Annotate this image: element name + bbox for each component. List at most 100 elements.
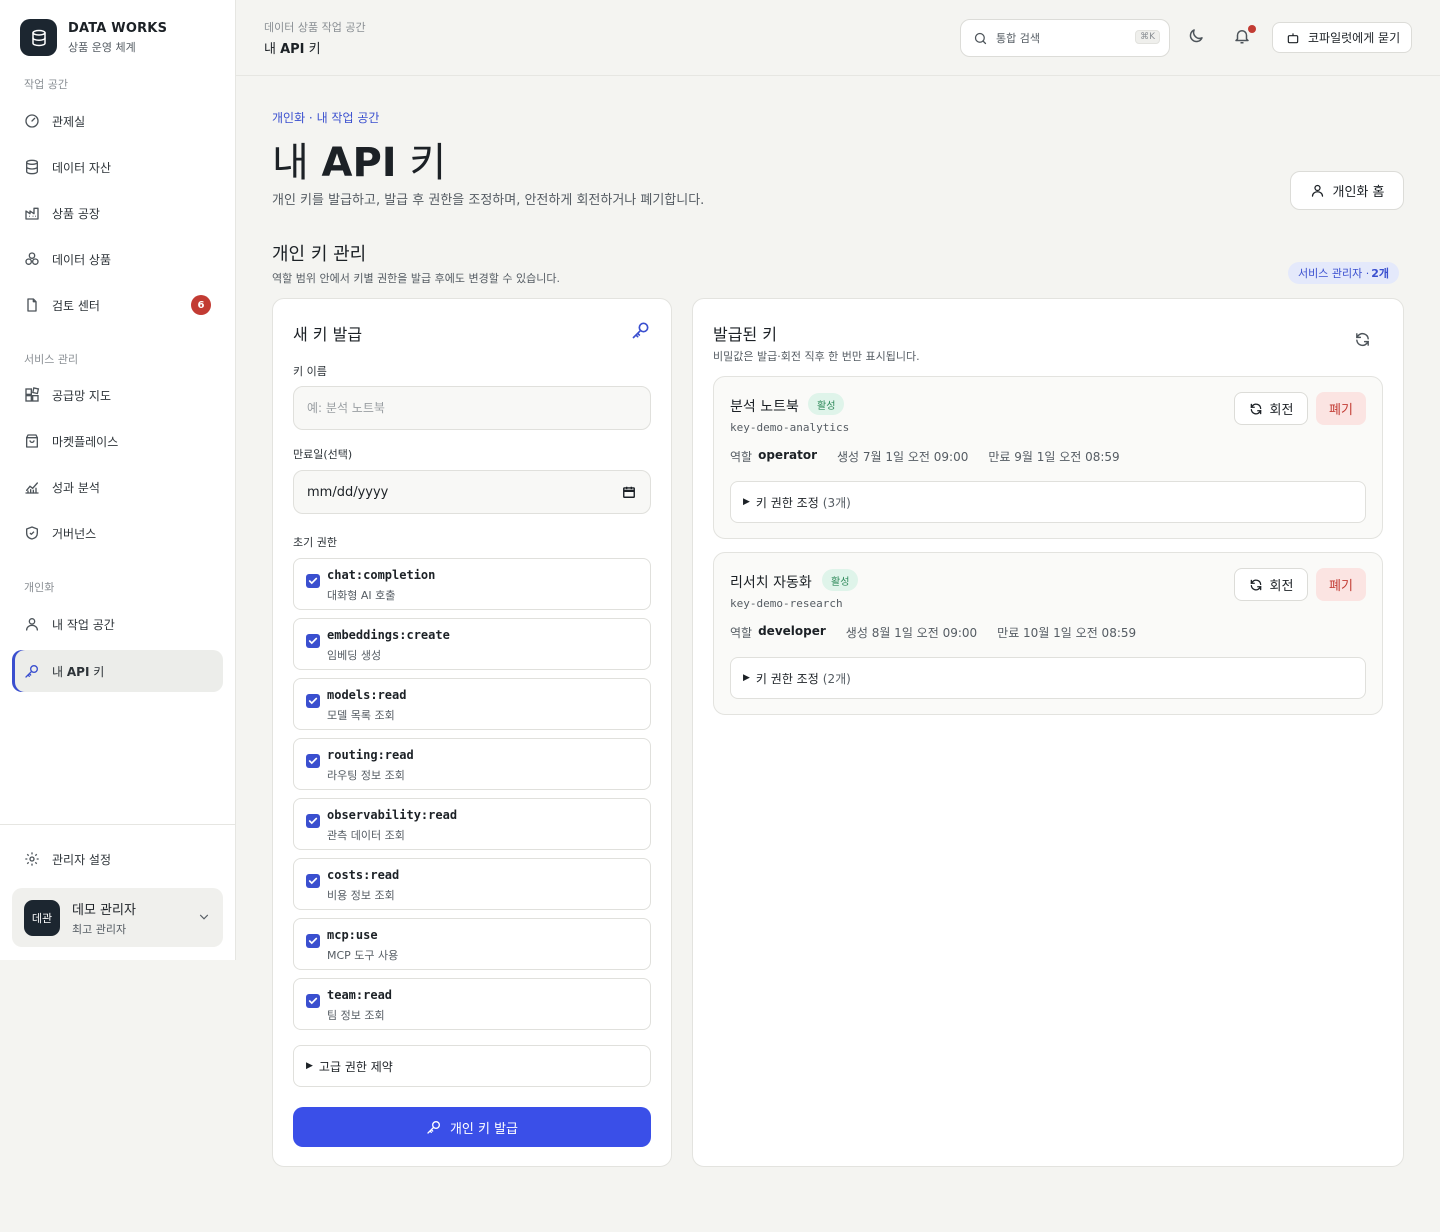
- sidebar-item-admin-settings[interactable]: 관리자 설정: [12, 838, 223, 880]
- user-role: 최고 관리자: [72, 922, 127, 936]
- sidebar-item-performance[interactable]: 성과 분석: [12, 466, 223, 508]
- chart-line-icon: [24, 479, 40, 495]
- role-scope-badge: 서비스 관리자 · 2개: [1288, 262, 1399, 284]
- refresh-icon: [1249, 402, 1270, 416]
- permission-option[interactable]: embeddings:create 임베딩 생성: [293, 618, 651, 670]
- checkbox[interactable]: [306, 634, 320, 648]
- status-badge: 활성: [808, 393, 845, 415]
- sidebar-item-product-factory[interactable]: 상품 공장: [12, 192, 223, 234]
- permission-option[interactable]: team:read 팀 정보 조회: [293, 978, 651, 1030]
- expiry-date-input[interactable]: mm/dd/yyyy: [293, 470, 651, 514]
- database-logo-icon: [20, 19, 57, 56]
- sidebar-item-label: 성과 분석: [52, 480, 100, 495]
- brand-name: DATA WORKS: [68, 20, 168, 36]
- search-shortcut: ⌘K: [1135, 30, 1160, 44]
- factory-icon: [24, 205, 40, 221]
- refresh-icon[interactable]: [1354, 331, 1371, 348]
- sidebar-item-label: 내 작업 공간: [52, 617, 115, 632]
- key-permissions-toggle[interactable]: ▶ 키 권한 조정 (2개): [730, 657, 1366, 699]
- key-icon: [426, 1119, 450, 1135]
- nav-section-service-admin: 서비스 관리: [24, 353, 79, 366]
- search-icon: [973, 31, 988, 46]
- avatar: 데관: [24, 899, 60, 936]
- checkbox[interactable]: [306, 814, 320, 828]
- checkbox[interactable]: [306, 874, 320, 888]
- bot-icon: [1286, 31, 1308, 45]
- checkbox[interactable]: [306, 754, 320, 768]
- permission-option[interactable]: mcp:use MCP 도구 사용: [293, 918, 651, 970]
- personal-home-button[interactable]: 개인화 홈: [1290, 171, 1404, 210]
- key-icon: [631, 320, 651, 340]
- brand[interactable]: DATA WORKS 상품 운영 체계: [20, 19, 167, 56]
- calendar-icon[interactable]: [622, 485, 636, 499]
- sidebar-item-label: 관제실: [52, 114, 86, 129]
- sidebar-item-review-center[interactable]: 검토 센터 6: [12, 284, 223, 326]
- topbar: 데이터 상품 작업 공간 내 API 키 ⌘K 코파일럿에게 묻기: [236, 0, 1440, 76]
- breadcrumb-parent[interactable]: 데이터 상품 작업 공간: [264, 19, 366, 35]
- issue-key-button[interactable]: 개인 키 발급: [293, 1107, 651, 1147]
- sidebar-item-marketplace[interactable]: 마켓플레이스: [12, 420, 223, 462]
- key-permissions-toggle[interactable]: ▶ 키 권한 조정 (3개): [730, 481, 1366, 523]
- rotate-key-button[interactable]: 회전: [1234, 568, 1308, 601]
- moon-icon[interactable]: [1187, 27, 1205, 45]
- sidebar-item-label: 거버넌스: [52, 526, 97, 541]
- shopping-bag-icon: [24, 433, 40, 449]
- key-item: 리서치 자동화 활성 key-demo-research 역할 developer…: [713, 552, 1383, 715]
- sidebar-item-data-assets[interactable]: 데이터 자산: [12, 146, 223, 188]
- page-title: 내 API 키: [272, 140, 447, 186]
- rotate-key-button[interactable]: 회전: [1234, 392, 1308, 425]
- user-icon: [1310, 183, 1333, 198]
- sidebar-item-supply-map[interactable]: 공급망 지도: [12, 374, 223, 416]
- expiry-label: 만료일(선택): [293, 448, 353, 461]
- global-search[interactable]: ⌘K: [960, 19, 1170, 57]
- sidebar-item-label: 데이터 상품: [52, 252, 112, 267]
- permission-option[interactable]: models:read 모델 목록 조회: [293, 678, 651, 730]
- triangle-right-icon: ▶: [306, 1061, 313, 1071]
- sidebar-divider: [0, 824, 235, 825]
- user-menu[interactable]: 데관 데모 관리자 최고 관리자: [12, 888, 223, 947]
- sidebar-item-my-workspace[interactable]: 내 작업 공간: [12, 603, 223, 645]
- sidebar: DATA WORKS 상품 운영 체계 작업 공간 관제실 데이터 자산 상품 …: [0, 0, 236, 960]
- user-icon: [24, 616, 40, 632]
- blocks-icon: [24, 387, 40, 403]
- issued-keys-card: 발급된 키 비밀값은 발급·회전 직후 한 번만 표시됩니다. 분석 노트북 활…: [692, 298, 1404, 1167]
- sidebar-item-label: 관리자 설정: [52, 852, 112, 867]
- refresh-icon: [1249, 578, 1270, 592]
- revoke-key-button[interactable]: 폐기: [1316, 568, 1366, 601]
- permission-option[interactable]: routing:read 라우팅 정보 조회: [293, 738, 651, 790]
- search-input[interactable]: [996, 31, 1116, 45]
- sidebar-item-data-products[interactable]: 데이터 상품: [12, 238, 223, 280]
- issued-keys-subtitle: 비밀값은 발급·회전 직후 한 번만 표시됩니다.: [713, 350, 920, 363]
- sidebar-item-governance[interactable]: 거버넌스: [12, 512, 223, 554]
- triangle-right-icon: ▶: [743, 673, 750, 683]
- key-id: key-demo-analytics: [730, 421, 850, 434]
- revoke-key-button[interactable]: 폐기: [1316, 392, 1366, 425]
- new-key-title: 새 키 발급: [293, 325, 363, 344]
- key-name-label: 키 이름: [293, 365, 327, 378]
- key-name-input[interactable]: [293, 386, 651, 430]
- checkbox[interactable]: [306, 694, 320, 708]
- status-badge: 활성: [822, 569, 859, 591]
- sidebar-item-label: 검토 센터: [52, 298, 100, 313]
- permission-option[interactable]: chat:completion 대화형 AI 호출: [293, 558, 651, 610]
- sidebar-item-label: 공급망 지도: [52, 388, 112, 403]
- sidebar-item-my-api-keys[interactable]: 내 API 키: [12, 650, 223, 692]
- key-item: 분석 노트북 활성 key-demo-analytics 역할 operator …: [713, 376, 1383, 539]
- checkbox[interactable]: [306, 574, 320, 588]
- nav-section-workspace: 작업 공간: [24, 78, 68, 91]
- permission-option[interactable]: observability:read 관측 데이터 조회: [293, 798, 651, 850]
- key-name: 분석 노트북: [730, 399, 799, 415]
- triangle-right-icon: ▶: [743, 497, 750, 507]
- brand-subtitle: 상품 운영 체계: [68, 40, 136, 54]
- permission-option[interactable]: costs:read 비용 정보 조회: [293, 858, 651, 910]
- page-eyebrow: 개인화 · 내 작업 공간: [272, 111, 380, 125]
- sidebar-item-label: 데이터 자산: [52, 160, 112, 175]
- sidebar-item-control-room[interactable]: 관제실: [12, 100, 223, 142]
- advanced-constraints-toggle[interactable]: ▶ 고급 권한 제약: [293, 1045, 651, 1087]
- checkbox[interactable]: [306, 934, 320, 948]
- copilot-button[interactable]: 코파일럿에게 묻기: [1272, 22, 1412, 53]
- key-id: key-demo-research: [730, 597, 843, 610]
- checkbox[interactable]: [306, 994, 320, 1008]
- section-description: 역할 범위 안에서 키별 권한을 발급 후에도 변경할 수 있습니다.: [272, 272, 560, 285]
- sidebar-item-label: 내 API 키: [52, 664, 105, 679]
